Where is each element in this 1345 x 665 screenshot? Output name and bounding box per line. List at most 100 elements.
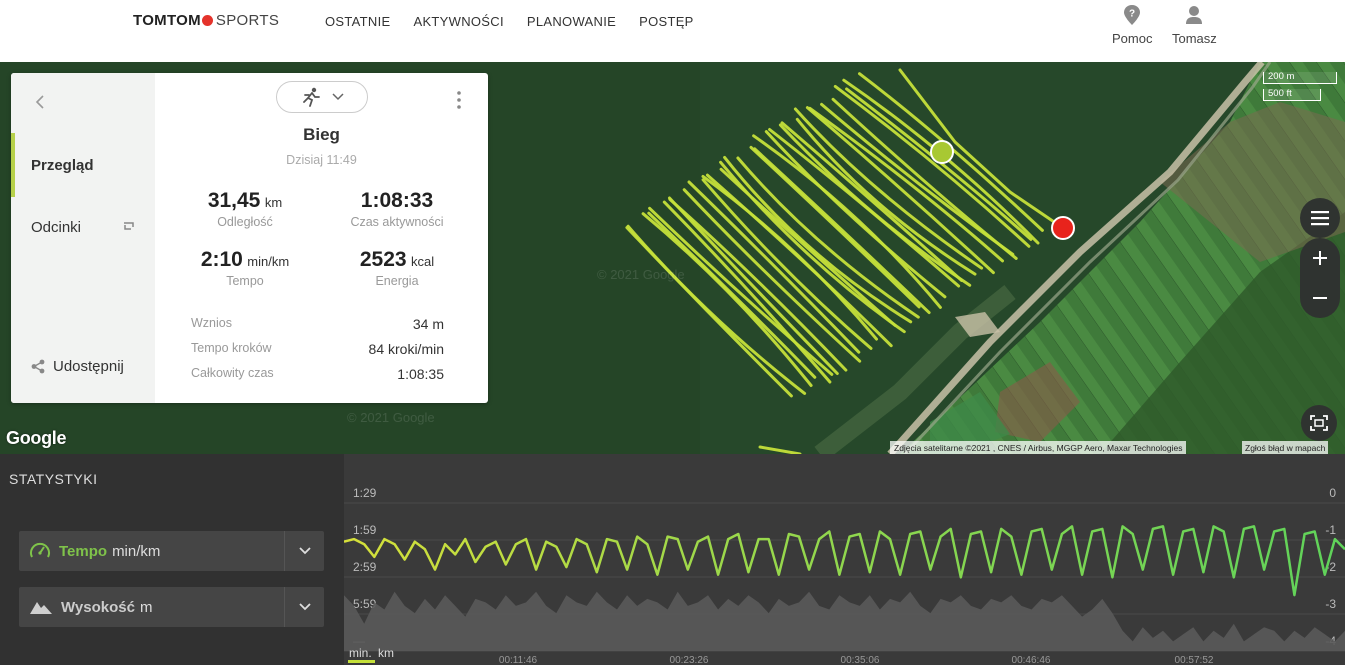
start-marker[interactable] [930,140,954,164]
stat-pace: 2:10 min/km Tempo [165,248,325,288]
cadence-label: Tempo kroków [191,341,272,355]
scale-bar-metric: 200 m [1263,72,1337,84]
tab-odcinki[interactable]: Odcinki [11,195,155,259]
fullscreen-icon [1310,415,1328,431]
more-options-button[interactable] [457,91,461,114]
x-tick-label: 00:23:26 [670,655,709,665]
tab-przeglad[interactable]: Przegląd [11,133,155,197]
google-logo: Google [6,428,67,448]
stat-energy: 2523 kcal Energia [317,248,477,288]
fullscreen-button[interactable] [1301,405,1337,441]
nav-planowanie[interactable]: PLANOWANIE [527,14,616,29]
x-unit-active-indicator [348,660,375,663]
pace-value: 2:10 [200,248,243,271]
map-attribution: Zdjęcia satelitarne ©2021 , CNES / Airbu… [890,441,1187,454]
metric-select-pace[interactable]: Tempo min/km [19,531,324,571]
map-layers-button[interactable] [1300,198,1340,238]
y-left-tick-label: 1:59 [353,523,377,537]
y-right-tick-label: -1 [1325,523,1336,537]
ascent-value: 34 m [412,316,444,332]
report-map-error-link[interactable]: Zgłoś błąd w mapach [1242,441,1329,454]
logo-product: SPORTS [215,12,280,29]
x-tick-label: 00:46:46 [1012,655,1051,665]
user-menu[interactable]: Tomasz [1172,4,1217,48]
stats-chart[interactable]: 1:2901:59-12:59-25:59-3—-400:11:4600:23:… [344,454,1345,665]
end-marker[interactable] [1051,216,1075,240]
mountain-icon [30,602,52,614]
stat-active-time: 1:08:33 Czas aktywności [317,189,477,229]
activity-title: Bieg [303,125,340,144]
detail-row-total-time: Całkowity czas 1:08:35 [191,366,444,382]
x-tick-label: 00:57:52 [1175,655,1214,665]
top-header: TOMTOM SPORTS OSTATNIE AKTYWNOŚCI PLANOWA… [0,0,1345,62]
share-button[interactable]: Udostępnij [31,358,124,375]
map-watermark: © 2021 Google [597,267,685,282]
hamburger-icon [1311,211,1329,226]
metric-elevation-unit: m [139,598,153,616]
main-nav: OSTATNIE AKTYWNOŚCI PLANOWANIE POSTĘP [325,14,717,29]
metric-elevation-dropdown-button[interactable] [284,587,324,627]
back-button[interactable] [35,93,45,114]
pace-line [344,525,1345,597]
logo-dot-icon [201,15,213,26]
metric-select-elevation[interactable]: Wysokość m [19,587,324,627]
svg-text:?: ? [1129,9,1135,20]
nav-ostatnie[interactable]: OSTATNIE [325,14,390,29]
pace-label: Tempo [226,274,264,288]
zoom-in-button[interactable] [1300,238,1340,278]
elevation-area [344,591,1345,651]
stat-distance: 31,45 km Odległość [165,189,325,229]
share-label: Udostępnij [53,358,124,375]
y-left-tick-label: 2:59 [353,560,377,574]
speedometer-icon [30,542,50,558]
help-label: Pomoc [1112,31,1153,46]
detail-row-cadence: Tempo kroków 84 kroki/min [191,341,444,357]
chevron-down-icon [332,93,344,101]
metric-elevation-name: Wysokość [61,598,135,616]
detail-row-ascent: Wznios 34 m [191,316,444,332]
help-link[interactable]: ? Pomoc [1112,4,1152,48]
stats-panel: STATYSTYKI Tempo min/km Wysokość m [0,454,344,665]
share-icon [31,359,45,374]
metric-pace-unit: min/km [112,542,161,560]
active-time-label: Czas aktywności [350,215,444,229]
tomtom-sports-logo[interactable]: TOMTOM SPORTS [133,12,279,29]
distance-unit: km [264,195,283,210]
distance-label: Odległość [217,215,273,229]
nav-postep[interactable]: POSTĘP [639,14,694,29]
kebab-menu-icon [457,91,461,109]
energy-unit: kcal [411,254,435,269]
y-left-tick-label: 1:29 [353,486,377,500]
activity-type-dropdown[interactable] [276,81,368,113]
minus-icon [1313,297,1327,299]
user-label: Tomasz [1172,31,1217,46]
user-icon [1186,6,1203,24]
chevron-down-icon [298,603,311,611]
energy-value: 2523 [359,248,407,271]
x-tick-label: 00:11:46 [499,655,538,665]
stats-title: STATYSTYKI [9,471,98,487]
y-right-tick-label: -3 [1325,597,1336,611]
total-time-label: Całkowity czas [191,366,274,380]
x-unit-minutes: min. [349,646,372,660]
x-unit-km: km [378,646,394,660]
activity-date: Dzisiaj 11:49 [286,153,357,167]
tab-odcinki-label: Odcinki [31,218,82,236]
energy-label: Energia [375,274,419,288]
metric-pace-dropdown-button[interactable] [284,531,324,571]
pace-unit: min/km [247,254,290,269]
map-watermark-2: © 2021 Google [347,410,435,425]
y-right-tick-label: 0 [1329,486,1336,500]
logo-brand: TOMTOM [133,12,201,29]
chevron-down-icon [298,547,311,555]
zoom-out-button[interactable] [1300,278,1340,318]
laps-icon [122,220,136,234]
cadence-value: 84 kroki/min [368,341,444,357]
x-tick-label: 00:35:06 [841,655,880,665]
total-time-value: 1:08:35 [397,366,444,382]
active-time-value: 1:08:33 [360,189,434,212]
pace-elevation-chart: 1:2901:59-12:59-25:59-3—-400:11:4600:23:… [344,486,1345,665]
nav-aktywnosci[interactable]: AKTYWNOŚCI [413,14,503,29]
help-icon: ? [1124,5,1141,25]
scale-bar-imperial: 500 ft [1263,89,1321,101]
